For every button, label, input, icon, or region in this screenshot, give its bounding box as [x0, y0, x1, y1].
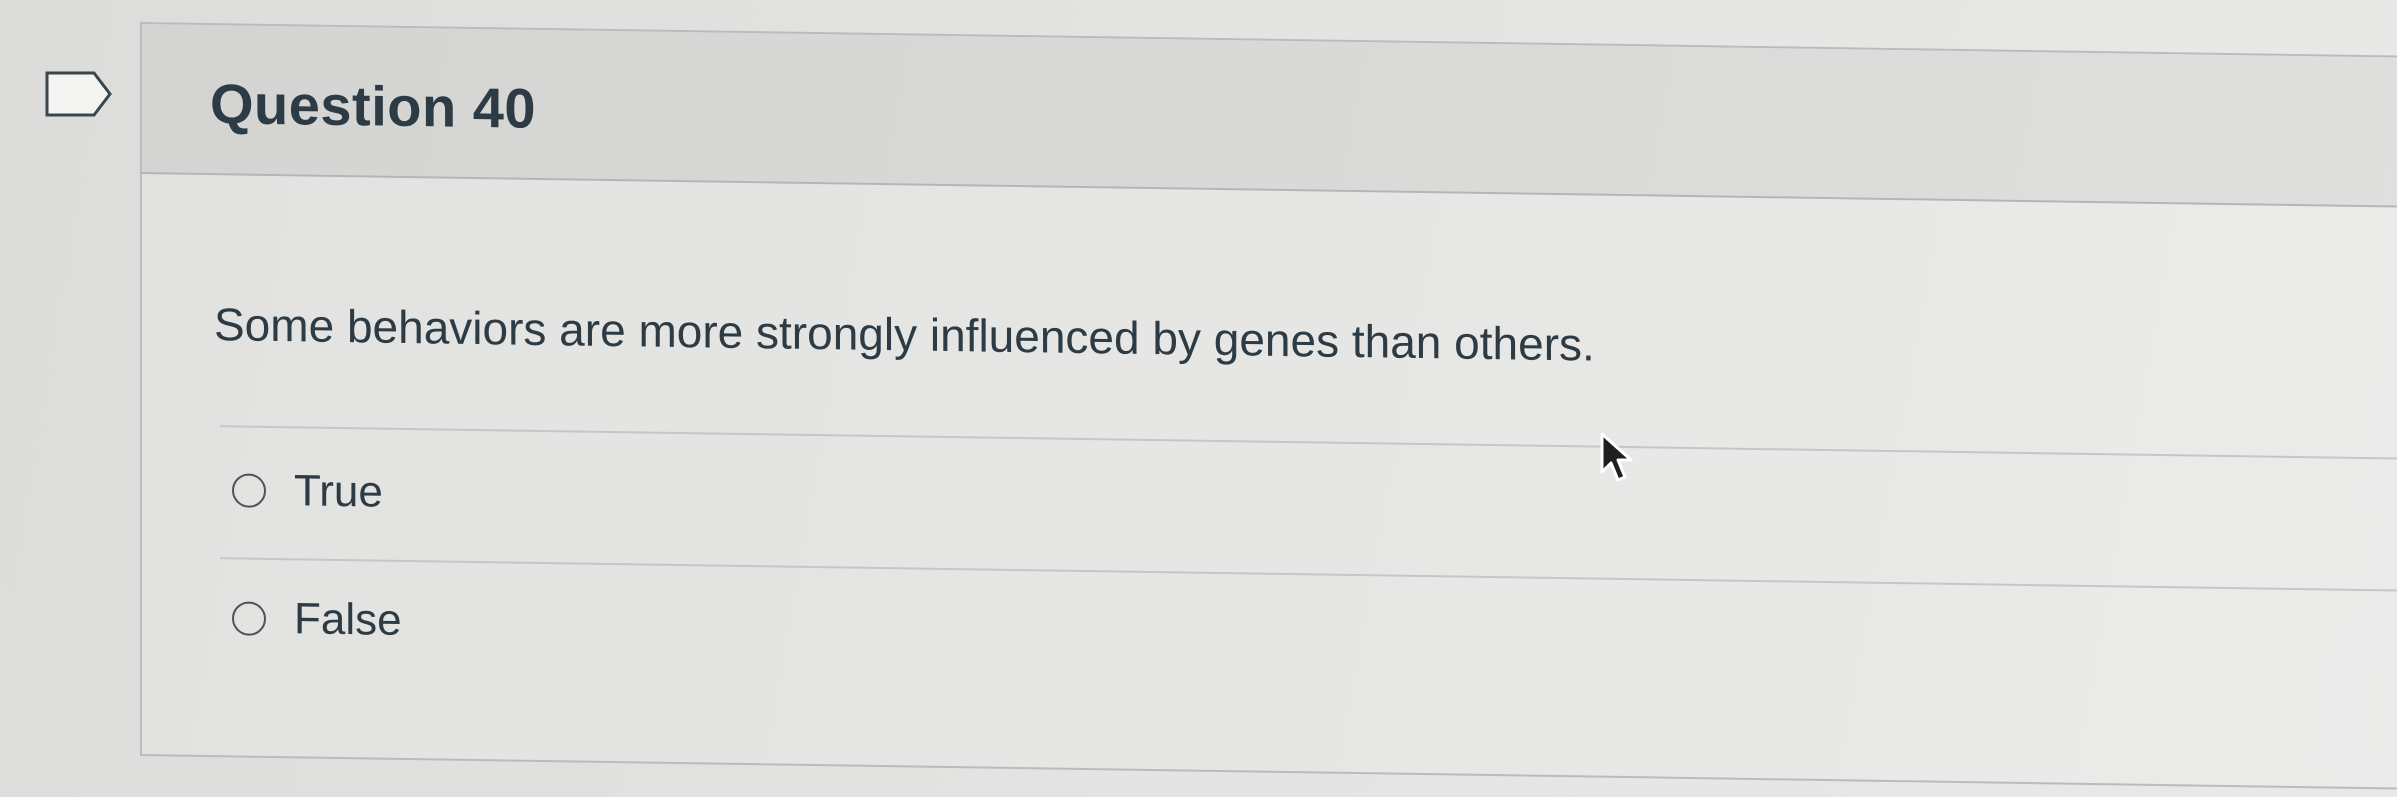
flag-question-icon[interactable]	[44, 70, 114, 118]
question-title: Question 40	[210, 72, 537, 140]
divider	[220, 425, 2397, 461]
divider	[220, 557, 2397, 593]
answer-label-false: False	[294, 594, 402, 645]
answer-false[interactable]: False	[232, 593, 402, 646]
question-header: Question 40	[142, 24, 2397, 209]
answer-label-true: True	[294, 466, 383, 517]
mouse-cursor-icon	[1600, 432, 1633, 482]
question-card: Question 40 Some behaviors are more stro…	[140, 22, 2397, 791]
answer-true[interactable]: True	[232, 465, 383, 517]
radio-true[interactable]	[232, 473, 266, 508]
question-text: Some behaviors are more strongly influen…	[214, 298, 1595, 371]
radio-false[interactable]	[232, 601, 266, 636]
